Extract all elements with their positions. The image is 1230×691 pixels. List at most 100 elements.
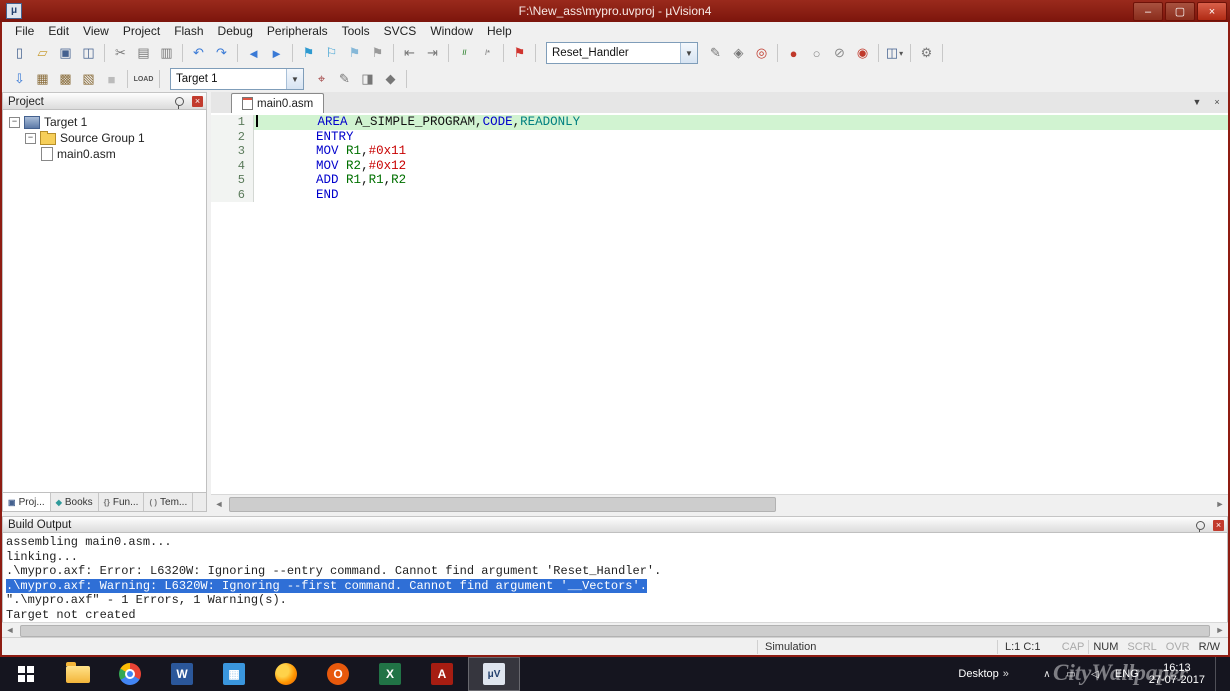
start-button[interactable]	[0, 657, 52, 691]
action-center-button[interactable]	[1215, 657, 1230, 691]
save-all-icon[interactable]: ◫	[78, 43, 99, 63]
disable-breakpoint-icon[interactable]: ○	[806, 43, 827, 63]
file-explorer-icon[interactable]	[52, 657, 104, 691]
panel-tab-books[interactable]: ◆ Books	[50, 493, 99, 511]
paste-icon[interactable]: ▥	[156, 43, 177, 63]
panel-tab-proj[interactable]: ▣ Proj...	[3, 493, 51, 511]
menu-project[interactable]: Project	[116, 23, 167, 39]
kill-breakpoints-icon[interactable]: ⊘	[829, 43, 850, 63]
open-file-icon[interactable]: ▱	[32, 43, 53, 63]
code-line[interactable]: 2 ENTRY	[211, 129, 1228, 144]
code-editor[interactable]: 1 AREA A_SIMPLE_PROGRAM,CODE,READONLY 2 E…	[211, 113, 1228, 495]
rebuild-icon[interactable]: ▩	[55, 69, 76, 89]
menu-help[interactable]: Help	[480, 23, 519, 39]
edit-target-icon[interactable]: ✎	[334, 69, 355, 89]
scroll-right-icon[interactable]: ►	[1212, 624, 1228, 636]
menu-flash[interactable]: Flash	[167, 23, 210, 39]
code-line[interactable]: 3 MOV R1,#0x11	[211, 144, 1228, 159]
tree-item-main0-asm[interactable]: main0.asm	[3, 146, 206, 162]
word-icon[interactable]: W	[156, 657, 208, 691]
chevron-down-icon[interactable]: ▼	[286, 69, 303, 89]
menu-tools[interactable]: Tools	[335, 23, 377, 39]
symbols-icon[interactable]: ◈	[728, 43, 749, 63]
undo-icon[interactable]: ↶	[188, 43, 209, 63]
menu-edit[interactable]: Edit	[41, 23, 76, 39]
firefox-icon[interactable]	[260, 657, 312, 691]
build-output-hscrollbar[interactable]: ◄ ►	[2, 622, 1228, 637]
cut-icon[interactable]: ✂	[110, 43, 131, 63]
build-output-line[interactable]: linking...	[6, 550, 1227, 565]
chevron-down-icon[interactable]: ▼	[680, 43, 697, 63]
taskbar-clock[interactable]: 16:13 27-07-2017	[1149, 662, 1205, 686]
batch-build-icon[interactable]: ▧	[78, 69, 99, 89]
insert-breakpoint-icon[interactable]: ●	[783, 43, 804, 63]
run-to-line-icon[interactable]: ⚑	[509, 43, 530, 63]
acrobat-icon[interactable]: A	[416, 657, 468, 691]
build-output-line[interactable]: assembling main0.asm...	[6, 535, 1227, 550]
indent-icon[interactable]: ⇥	[422, 43, 443, 63]
bookmark-clear-icon[interactable]: ⚑	[367, 43, 388, 63]
menu-peripherals[interactable]: Peripherals	[260, 23, 335, 39]
build-output-text[interactable]: assembling main0.asm... linking... .\mypro…	[2, 532, 1228, 623]
document-list-icon[interactable]: ▼	[1190, 95, 1204, 109]
project-close-icon[interactable]: ×	[192, 96, 203, 107]
close-button[interactable]: ×	[1197, 2, 1227, 21]
scroll-thumb[interactable]	[20, 625, 1210, 637]
find-in-files-icon[interactable]: ◎	[751, 43, 772, 63]
maximize-button[interactable]: ▢	[1165, 2, 1195, 21]
configure-icon[interactable]: ⚙	[916, 43, 937, 63]
manage-components-icon[interactable]: ◨	[357, 69, 378, 89]
browse-info-icon[interactable]: ✎	[705, 43, 726, 63]
tree-item-target-1[interactable]: − Target 1	[3, 114, 206, 130]
menu-window[interactable]: Window	[423, 23, 480, 39]
scroll-left-icon[interactable]: ◄	[211, 496, 227, 511]
chrome-icon[interactable]	[104, 657, 156, 691]
build-output-close-icon[interactable]: ×	[1213, 519, 1224, 531]
build-icon[interactable]: ▦	[32, 69, 53, 89]
editor-hscrollbar[interactable]: ◄ ►	[211, 494, 1228, 512]
excel-icon[interactable]: X	[364, 657, 416, 691]
bookmark-next-icon[interactable]: ⚑	[344, 43, 365, 63]
menu-file[interactable]: File	[8, 23, 41, 39]
enable-breakpoints-icon[interactable]: ◉	[852, 43, 873, 63]
nav-forward-icon[interactable]: ►	[266, 43, 287, 63]
hidden-icons-chevron[interactable]: ∧	[1038, 669, 1056, 680]
code-line[interactable]: 5 ADD R1,R1,R2	[211, 173, 1228, 188]
document-tab[interactable]: main0.asm	[231, 93, 325, 113]
menu-view[interactable]: View	[76, 23, 116, 39]
scroll-right-icon[interactable]: ►	[1212, 496, 1228, 511]
desktop-expand-icon[interactable]: »	[1003, 668, 1009, 680]
uncomment-icon[interactable]: /*	[477, 43, 498, 63]
unindent-icon[interactable]: ⇤	[399, 43, 420, 63]
uvision-icon[interactable]: μV	[468, 657, 520, 691]
code-line[interactable]: 4 MOV R2,#0x12	[211, 158, 1228, 173]
pin-icon[interactable]	[175, 97, 184, 109]
menu-debug[interactable]: Debug	[211, 23, 260, 39]
volume-icon[interactable]: ◁	[1086, 669, 1104, 680]
minimize-button[interactable]: –	[1133, 2, 1163, 21]
language-indicator[interactable]: ENG	[1115, 668, 1139, 680]
document-close-icon[interactable]: ×	[1210, 95, 1224, 109]
comment-icon[interactable]: //	[454, 43, 475, 63]
reset-handler-combo[interactable]: Reset_Handler ▼	[546, 42, 698, 64]
build-output-line[interactable]: .\mypro.axf: Warning: L6320W: Ignoring -…	[6, 578, 1227, 594]
desktop-toolbar-label[interactable]: Desktop	[958, 668, 998, 680]
pin-icon[interactable]	[1196, 520, 1205, 533]
target-options-icon[interactable]: ⌖	[311, 69, 332, 89]
bookmark-toggle-icon[interactable]: ⚑	[298, 43, 319, 63]
panel-tab-tem[interactable]: ( ) Tem...	[144, 493, 194, 511]
build-output-line[interactable]: .\mypro.axf: Error: L6320W: Ignoring --e…	[6, 564, 1227, 579]
menu-svcs[interactable]: SVCS	[377, 23, 424, 39]
scroll-thumb[interactable]	[229, 497, 776, 512]
panel-tab-fun[interactable]: {} Fun...	[98, 493, 145, 511]
copy-icon[interactable]: ▤	[133, 43, 154, 63]
flash-download-icon[interactable]: LOAD	[133, 69, 154, 89]
build-output-line[interactable]: Target not created	[6, 608, 1227, 623]
battery-icon[interactable]: ▭	[1062, 669, 1080, 680]
tree-expand-icon[interactable]: −	[25, 132, 36, 144]
redo-icon[interactable]: ↷	[211, 43, 232, 63]
build-output-line[interactable]: ".\mypro.axf" - 1 Errors, 1 Warning(s).	[6, 593, 1227, 608]
nav-back-icon[interactable]: ◄	[243, 43, 264, 63]
new-file-icon[interactable]: ▯	[9, 43, 30, 63]
scroll-left-icon[interactable]: ◄	[2, 624, 18, 636]
